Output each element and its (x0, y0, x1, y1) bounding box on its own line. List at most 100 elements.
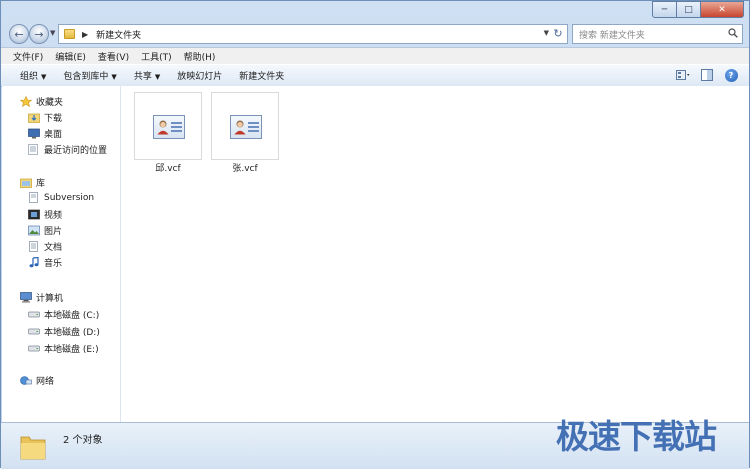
forward-button[interactable]: → (29, 24, 49, 44)
vcard-icon (153, 115, 185, 139)
search-icon[interactable] (728, 28, 738, 38)
sidebar-item-music[interactable]: 音乐 (28, 256, 62, 269)
breadcrumb-separator-icon[interactable]: ▶ (82, 30, 88, 39)
sidebar-item-recent[interactable]: 最近访问的位置 (28, 143, 107, 156)
sidebar-item-drive-e[interactable]: 本地磁盘 (E:) (28, 342, 99, 355)
watermark-text: 极速下载站 (556, 417, 717, 456)
minimize-icon: ─ (661, 4, 668, 15)
include-in-library-label: 包含到库中 (63, 72, 109, 82)
recent-places-icon (28, 144, 38, 155)
contact-person-icon (157, 120, 169, 135)
back-button[interactable]: ← (9, 24, 29, 44)
include-in-library-button[interactable]: 包含到库中 ▼ (63, 69, 116, 82)
sidebar-item-label: 视频 (44, 211, 63, 221)
title-bar: ← → ▼ ▶ 新建文件夹 ▼ ↻ 搜索 新建文件夹 ─ □ ✕ (1, 1, 749, 45)
recent-pages-dropdown[interactable]: ▼ (50, 29, 55, 37)
organize-button[interactable]: 组织 ▼ (20, 69, 46, 82)
network-icon (20, 376, 32, 385)
sidebar-item-label: 桌面 (44, 130, 63, 140)
sidebar-item-documents[interactable]: 文档 (28, 240, 62, 253)
sidebar-item-drive-d[interactable]: 本地磁盘 (D:) (28, 325, 100, 338)
vcard-line (248, 122, 259, 124)
breadcrumb-current[interactable]: 新建文件夹 (96, 28, 141, 41)
address-bar[interactable]: ▶ 新建文件夹 ▼ ↻ (58, 24, 568, 44)
vcard-line (248, 130, 259, 132)
menu-view[interactable]: 查看(V) (98, 50, 129, 63)
maximize-button[interactable]: □ (677, 1, 701, 18)
sidebar-item-drive-c[interactable]: 本地磁盘 (C:) (28, 308, 99, 321)
refresh-icon[interactable]: ↻ (551, 27, 565, 41)
hard-drive-icon (28, 311, 40, 318)
explorer-window: ← → ▼ ▶ 新建文件夹 ▼ ↻ 搜索 新建文件夹 ─ □ ✕ 文件(F) 编… (0, 0, 750, 469)
sidebar-item-label: 文档 (44, 243, 63, 253)
music-icon (29, 257, 39, 268)
folder-icon (20, 436, 46, 460)
arrow-left-icon: ← (14, 27, 24, 41)
file-item[interactable] (211, 92, 279, 160)
file-list: 邱.vcf 张.vcf (121, 86, 749, 422)
address-dropdown-icon[interactable]: ▼ (544, 29, 549, 37)
item-count: 2 个对象 (63, 435, 103, 446)
sidebar-item-label: 本地磁盘 (E:) (44, 345, 99, 355)
library-icon (20, 178, 32, 188)
sidebar-item-downloads[interactable]: 下载 (28, 111, 62, 124)
share-button[interactable]: 共享 ▼ (134, 69, 160, 82)
desktop-icon (28, 128, 40, 139)
sidebar-item-desktop[interactable]: 桌面 (28, 127, 62, 140)
sidebar-item-label: 本地磁盘 (D:) (44, 328, 100, 338)
vcard-line (171, 130, 182, 132)
sidebar-computer-label: 计算机 (36, 294, 64, 304)
menu-edit[interactable]: 编辑(E) (55, 50, 86, 63)
close-button[interactable]: ✕ (701, 1, 744, 18)
hard-drive-icon (28, 345, 40, 352)
preview-pane-icon (701, 69, 713, 81)
file-name[interactable]: 邱.vcf (128, 161, 208, 174)
view-controls: ? (667, 68, 739, 82)
pictures-icon (28, 225, 40, 236)
sidebar-item-label: 本地磁盘 (C:) (44, 311, 100, 321)
search-box[interactable]: 搜索 新建文件夹 (572, 24, 743, 44)
vcard-line (248, 126, 259, 128)
documents-icon (29, 241, 38, 252)
help-button[interactable]: ? (723, 68, 739, 82)
sidebar-item-subversion[interactable]: Subversion (28, 192, 94, 203)
sidebar-item-videos[interactable]: 视频 (28, 208, 62, 221)
minimize-button[interactable]: ─ (652, 1, 677, 18)
slideshow-button[interactable]: 放映幻灯片 (177, 69, 222, 82)
hard-drive-icon (28, 328, 40, 335)
window-controls: ─ □ ✕ (652, 1, 744, 18)
downloads-folder-icon (28, 113, 40, 123)
menu-file[interactable]: 文件(F) (13, 50, 43, 63)
search-input[interactable]: 搜索 新建文件夹 (579, 28, 645, 41)
sidebar-item-label: 图片 (44, 227, 63, 237)
navigation-pane: 收藏夹 下载 桌面 最近访问的位置 库 Subversion 视频 图片 文档 … (2, 86, 121, 422)
chevron-down-icon: ▼ (154, 73, 161, 81)
menu-tools[interactable]: 工具(T) (141, 50, 172, 63)
document-library-icon (29, 192, 38, 203)
command-bar: 组织 ▼ 包含到库中 ▼ 共享 ▼ 放映幻灯片 新建文件夹 ? (1, 64, 749, 87)
organize-label: 组织 (20, 72, 39, 82)
change-view-button[interactable] (675, 68, 691, 82)
file-name[interactable]: 张.vcf (205, 161, 285, 174)
sidebar-network-header[interactable]: 网络 (20, 374, 54, 387)
file-item[interactable] (134, 92, 202, 160)
menu-help[interactable]: 帮助(H) (184, 50, 216, 63)
sidebar-computer-header[interactable]: 计算机 (20, 291, 63, 304)
view-icon (676, 70, 690, 80)
sidebar-item-label: 下载 (44, 114, 63, 124)
share-label: 共享 (133, 72, 152, 82)
sidebar-item-label: 音乐 (44, 259, 63, 269)
sidebar-item-pictures[interactable]: 图片 (28, 224, 62, 237)
sidebar-favorites-label: 收藏夹 (36, 98, 64, 108)
sidebar-libraries-header[interactable]: 库 (20, 176, 45, 189)
close-icon: ✕ (718, 4, 726, 15)
arrow-right-icon: → (34, 27, 44, 41)
preview-pane-button[interactable] (699, 68, 715, 82)
sidebar-network-label: 网络 (36, 377, 55, 387)
menu-bar: 文件(F) 编辑(E) 查看(V) 工具(T) 帮助(H) (1, 47, 749, 65)
new-folder-button[interactable]: 新建文件夹 (239, 69, 284, 82)
sidebar-favorites-header[interactable]: 收藏夹 (20, 95, 63, 108)
contact-person-icon (234, 120, 246, 135)
sidebar-item-label: 最近访问的位置 (44, 146, 108, 156)
vcard-line (171, 122, 182, 124)
